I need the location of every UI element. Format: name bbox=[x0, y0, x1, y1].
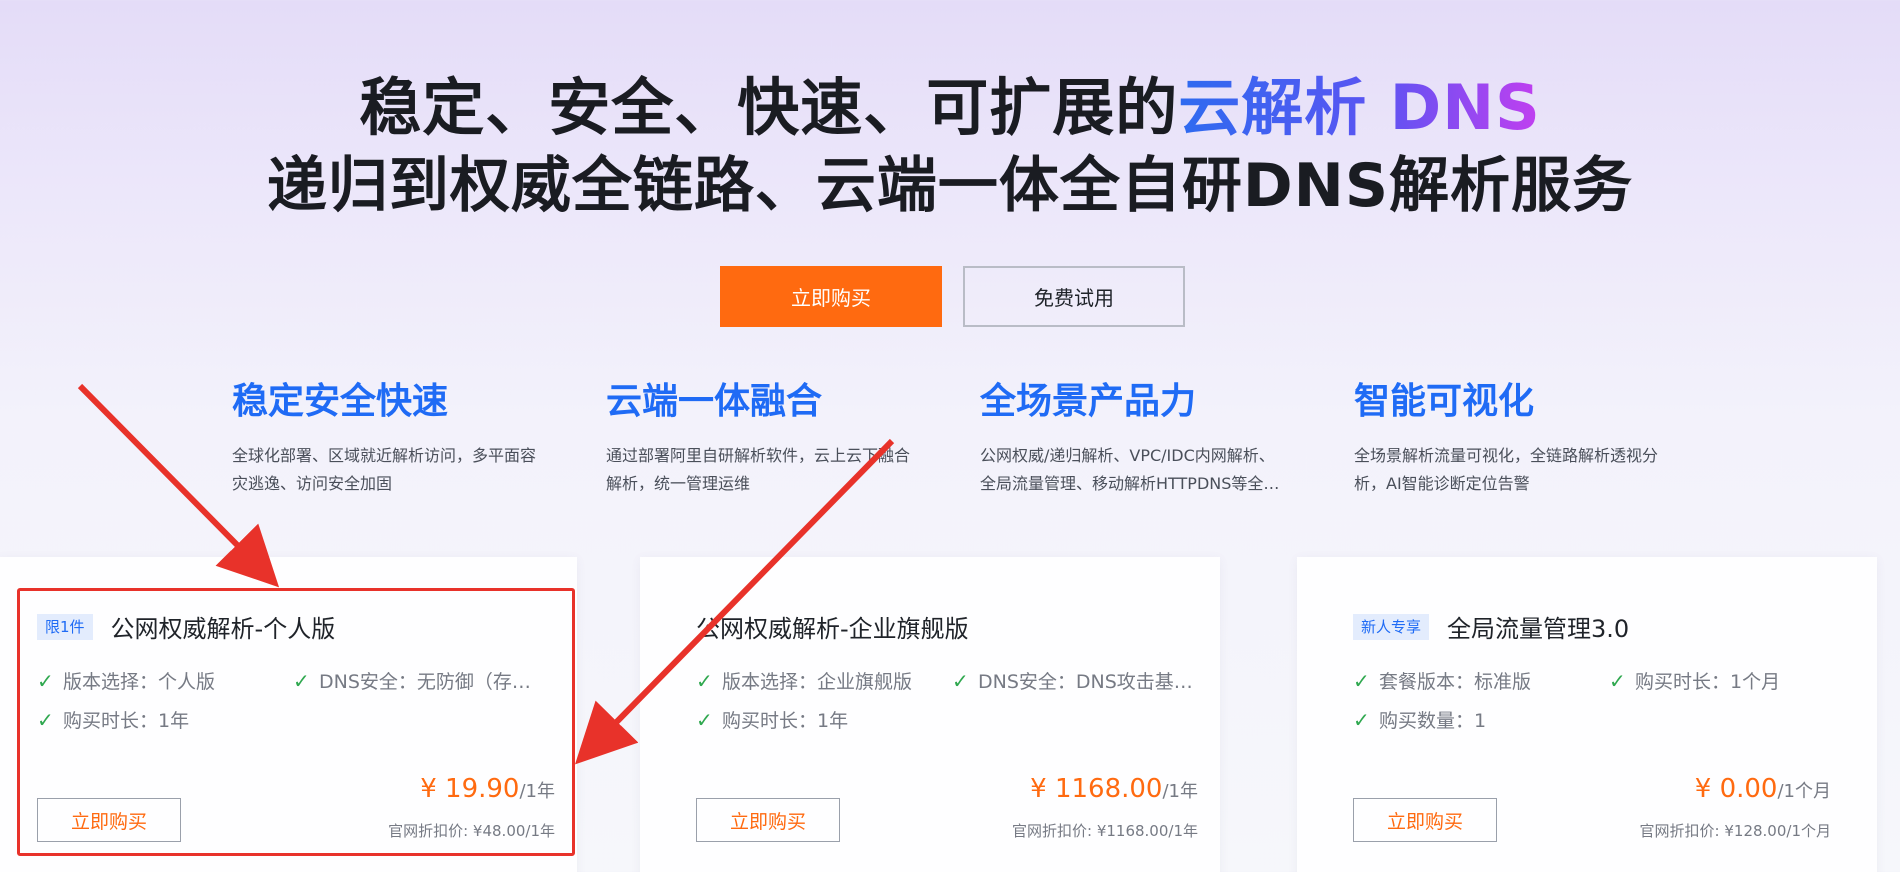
spec-item: ✓ 购买时长：1年 bbox=[696, 706, 952, 733]
product-page: 稳定、安全、快速、可扩展的云解析 DNS 递归到权威全链路、云端一体全自研DNS… bbox=[0, 0, 1900, 872]
spec-text: 购买数量：1 bbox=[1379, 710, 1487, 732]
spec-item: ✓ 购买时长：1年 bbox=[37, 706, 287, 733]
spec-item: ✓ DNS安全：DNS攻击基… bbox=[952, 667, 1212, 694]
price-unit: /1年 bbox=[1162, 781, 1198, 802]
feature-desc-line: 通过部署阿里自研解析软件，云上云下融合 bbox=[606, 446, 911, 465]
check-icon: ✓ bbox=[1353, 668, 1370, 693]
product-card-traffic: 新人专享 全局流量管理3.0 ✓ 套餐版本：标准版 ✓ 购买时长：1个月 ✓ 购买数量… bbox=[1297, 557, 1877, 872]
price-unit: /1年 bbox=[519, 781, 555, 802]
feature-desc: 公网权威/递归解析、VPC/IDC内网解析、 全局流量管理、移动解析HTTPDN… bbox=[980, 442, 1320, 498]
card-header: 限1件 公网权威解析-个人版 bbox=[37, 609, 335, 644]
check-icon: ✓ bbox=[1353, 707, 1370, 732]
hero-trial-button[interactable]: 免费试用 bbox=[963, 266, 1185, 327]
check-icon: ✓ bbox=[37, 668, 54, 693]
card-header: 公网权威解析-企业旗舰版 bbox=[696, 609, 969, 644]
spec-item: ✓ 版本选择：个人版 bbox=[37, 667, 287, 694]
hero-title-line2: 递归到权威全链路、云端一体全自研DNS解析服务 bbox=[266, 151, 1634, 221]
spec-item: ✓ 套餐版本：标准版 bbox=[1353, 667, 1609, 694]
feature-scenario: 全场景产品力 公网权威/递归解析、VPC/IDC内网解析、 全局流量管理、移动解… bbox=[980, 380, 1320, 498]
check-icon: ✓ bbox=[1609, 668, 1626, 693]
feature-desc: 通过部署阿里自研解析软件，云上云下融合 解析，统一管理运维 bbox=[606, 442, 946, 498]
original-price: 官网折扣价: ¥1168.00/1年 bbox=[1012, 822, 1198, 840]
feature-desc-line: 析，AI智能诊断定位告警 bbox=[1354, 474, 1530, 493]
card-price: ¥ 0.00/1个月 bbox=[1695, 774, 1831, 804]
spec-item: ✓ 版本选择：企业旗舰版 bbox=[696, 667, 952, 694]
feature-cloud: 云端一体融合 通过部署阿里自研解析软件，云上云下融合 解析，统一管理运维 bbox=[606, 380, 946, 498]
hero-buy-button[interactable]: 立即购买 bbox=[720, 266, 942, 327]
product-card-enterprise: 公网权威解析-企业旗舰版 ✓ 版本选择：企业旗舰版 ✓ DNS安全：DNS攻击基… … bbox=[640, 557, 1220, 872]
original-price: 官网折扣价: ¥48.00/1年 bbox=[388, 822, 555, 840]
feature-stable: 稳定安全快速 全球化部署、区域就近解析访问，多平面容 灾逃逸、访问安全加固 bbox=[232, 380, 572, 498]
card-price: ¥ 1168.00/1年 bbox=[1030, 774, 1198, 804]
feature-title: 全场景产品力 bbox=[980, 381, 1197, 422]
spec-text: DNS安全：无防御（存… bbox=[319, 671, 531, 693]
spec-text: 购买时长：1年 bbox=[722, 710, 849, 732]
feature-title: 云端一体融合 bbox=[606, 381, 823, 422]
spec-item: ✓ 购买数量：1 bbox=[1353, 706, 1609, 733]
feature-desc: 全场景解析流量可视化，全链路解析透视分 析，AI智能诊断定位告警 bbox=[1354, 442, 1694, 498]
original-price: 官网折扣价: ¥128.00/1个月 bbox=[1639, 822, 1831, 840]
feature-title: 稳定安全快速 bbox=[232, 381, 449, 422]
hero-title-main: 稳定、安全、快速、可扩展的 bbox=[359, 71, 1179, 144]
check-icon: ✓ bbox=[952, 668, 969, 693]
hero-title-line1: 稳定、安全、快速、可扩展的云解析 DNS bbox=[0, 70, 1900, 146]
feature-desc-line: 全场景解析流量可视化，全链路解析透视分 bbox=[1354, 446, 1659, 465]
feature-desc-line: 解析，统一管理运维 bbox=[606, 474, 751, 493]
card-price: ¥ 19.90/1年 bbox=[420, 774, 555, 804]
check-icon: ✓ bbox=[293, 668, 310, 693]
feature-title: 智能可视化 bbox=[1354, 381, 1535, 422]
card-title: 全局流量管理3.0 bbox=[1447, 615, 1630, 643]
product-card-personal: 限1件 公网权威解析-个人版 ✓ 版本选择：个人版 ✓ DNS安全：无防御（存… ✓… bbox=[0, 557, 577, 872]
hero-title-accent: 云解析 DNS bbox=[1178, 71, 1541, 144]
spec-text: 版本选择：企业旗舰版 bbox=[722, 671, 913, 693]
spec-item: ✓ DNS安全：无防御（存… bbox=[293, 667, 555, 694]
price-value: ¥ 0.00 bbox=[1694, 774, 1778, 804]
card-title: 公网权威解析-企业旗舰版 bbox=[696, 615, 969, 643]
feature-desc-line: 公网权威/递归解析、VPC/IDC内网解析、 bbox=[980, 446, 1275, 465]
feature-desc-line: 全球化部署、区域就近解析访问，多平面容 bbox=[232, 446, 537, 465]
price-unit: /1个月 bbox=[1777, 781, 1831, 802]
feature-desc: 全球化部署、区域就近解析访问，多平面容 灾逃逸、访问安全加固 bbox=[232, 442, 572, 498]
spec-text: 购买时长：1个月 bbox=[1635, 671, 1781, 693]
card-header: 新人专享 全局流量管理3.0 bbox=[1353, 609, 1629, 644]
price-value: ¥ 19.90 bbox=[420, 774, 520, 804]
spec-item: ✓ 购买时长：1个月 bbox=[1609, 667, 1869, 694]
spec-text: 购买时长：1年 bbox=[63, 710, 190, 732]
hero-headline: 稳定、安全、快速、可扩展的云解析 DNS 递归到权威全链路、云端一体全自研DNS… bbox=[0, 70, 1900, 224]
price-value: ¥ 1168.00 bbox=[1030, 774, 1163, 804]
spec-text: DNS安全：DNS攻击基… bbox=[978, 671, 1193, 693]
card-buy-button[interactable]: 立即购买 bbox=[1353, 798, 1497, 842]
spec-text: 套餐版本：标准版 bbox=[1379, 671, 1532, 693]
feature-visual: 智能可视化 全场景解析流量可视化，全链路解析透视分 析，AI智能诊断定位告警 bbox=[1354, 380, 1694, 498]
feature-desc-line: 全局流量管理、移动解析HTTPDNS等全… bbox=[980, 474, 1280, 493]
newcomer-badge: 新人专享 bbox=[1353, 613, 1430, 640]
limit-badge: 限1件 bbox=[37, 613, 93, 640]
card-title: 公网权威解析-个人版 bbox=[110, 615, 336, 643]
card-buy-button[interactable]: 立即购买 bbox=[37, 798, 181, 842]
check-icon: ✓ bbox=[696, 668, 713, 693]
check-icon: ✓ bbox=[37, 707, 54, 732]
spec-text: 版本选择：个人版 bbox=[63, 671, 216, 693]
feature-desc-line: 灾逃逸、访问安全加固 bbox=[232, 474, 393, 493]
card-buy-button[interactable]: 立即购买 bbox=[696, 798, 840, 842]
check-icon: ✓ bbox=[696, 707, 713, 732]
